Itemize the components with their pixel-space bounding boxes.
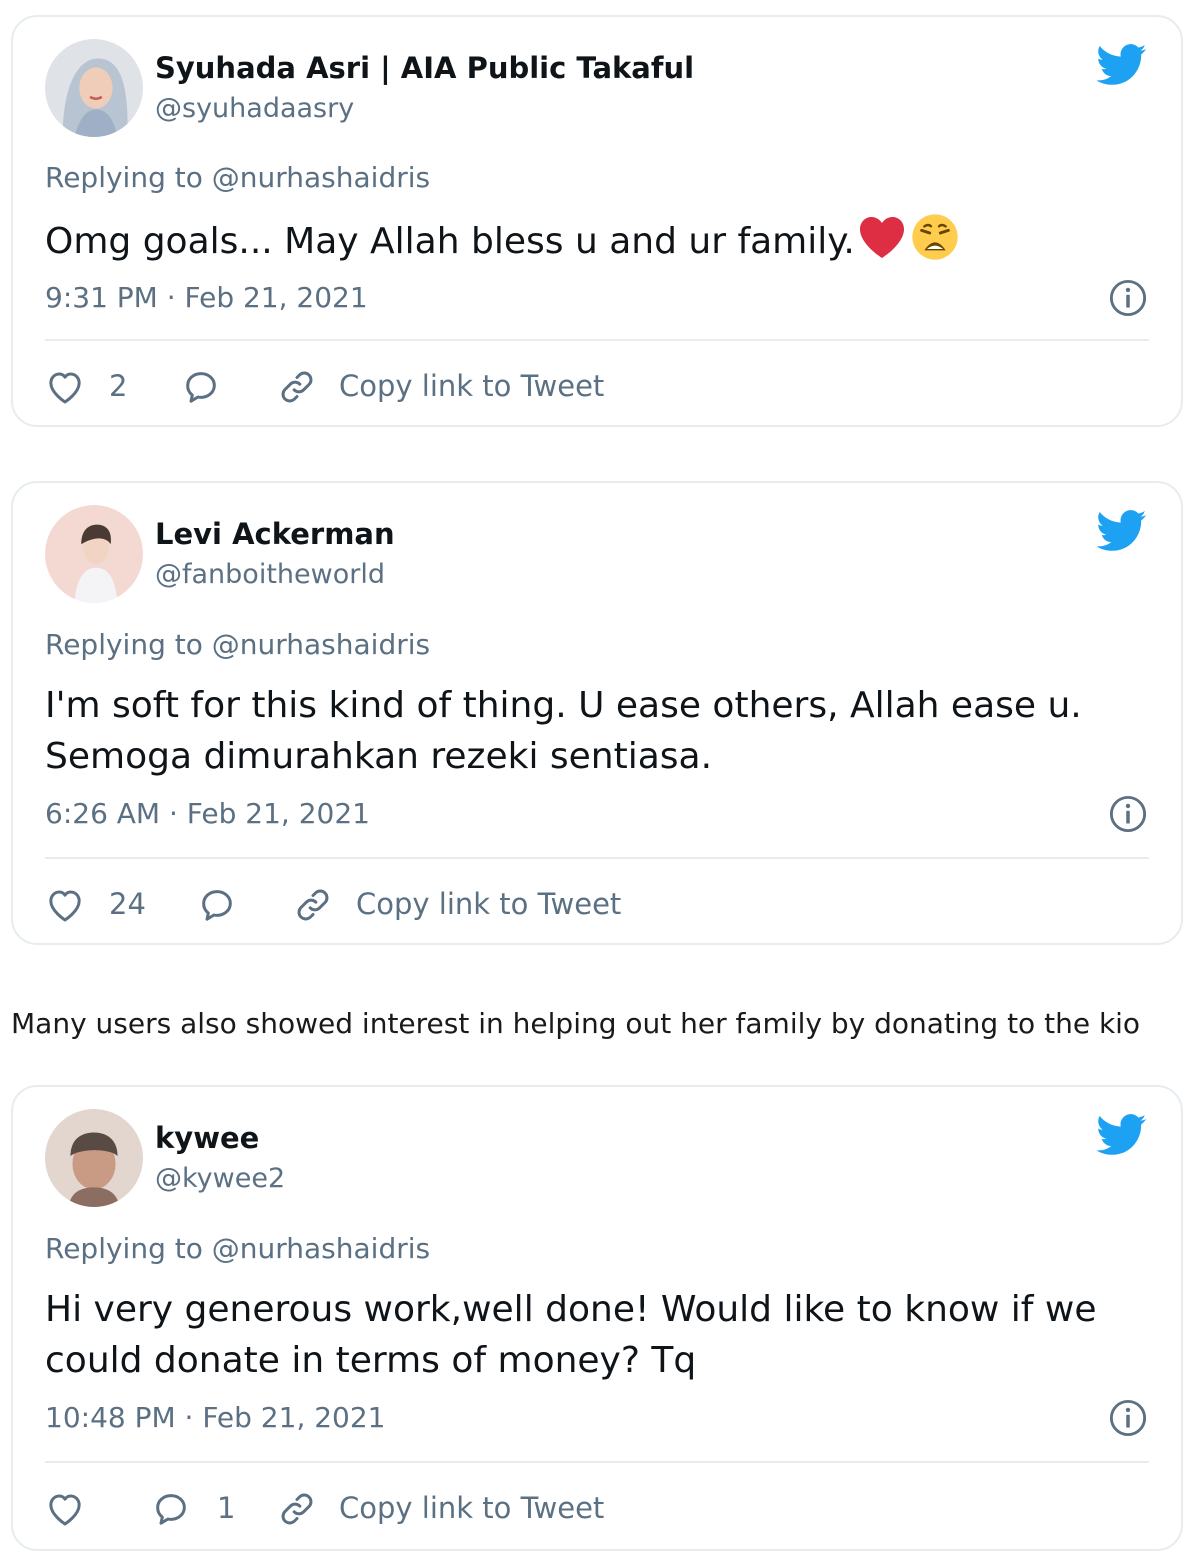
twitter-bird-icon[interactable] [1097,509,1147,553]
copy-link-button[interactable]: Copy link to Tweet [356,887,621,921]
article-caption: Many users also showed interest in helpi… [11,1007,1141,1040]
tweet-card[interactable]: Syuhada Asri | AIA Public Takaful @syuha… [11,15,1183,427]
user-handle[interactable]: @syuhadaasry [155,93,354,124]
tweet-text: Hi very generous work,well done! Would l… [45,1284,1121,1386]
reply-count: 1 [217,1491,236,1525]
heart-outline-icon[interactable] [45,367,85,407]
user-handle[interactable]: @kywee2 [155,1163,285,1194]
reply-bubble-icon[interactable] [151,1489,191,1529]
action-bar: 1 Copy link to Tweet [45,1489,1149,1533]
heart-outline-icon[interactable] [45,885,85,925]
like-count: 24 [109,887,146,921]
heart-outline-icon[interactable] [45,1489,85,1529]
link-icon[interactable] [293,885,333,925]
timestamp[interactable]: 9:31 PM · Feb 21, 2021 [45,281,368,314]
action-bar: 24 Copy link to Tweet [45,885,1149,929]
link-icon[interactable] [277,367,317,407]
reply-bubble-icon[interactable] [197,885,237,925]
tweet-text-line: could donate in terms of money? Tq [45,1340,697,1381]
reply-bubble-icon[interactable] [181,367,221,407]
divider [45,857,1149,859]
divider [45,1461,1149,1463]
divider [45,339,1149,341]
red-heart-emoji-icon [859,217,904,258]
display-name[interactable]: kywee [155,1121,259,1155]
like-count: 2 [109,369,128,403]
copy-link-button[interactable]: Copy link to Tweet [339,1491,604,1525]
avatar[interactable] [45,39,143,137]
replying-to[interactable]: Replying to @nurhashaidris [45,161,430,194]
info-icon[interactable] [1109,795,1147,833]
info-icon[interactable] [1109,279,1147,317]
action-bar: 2 Copy link to Tweet [45,367,1149,411]
weary-face-emoji-icon [912,214,958,260]
link-icon[interactable] [277,1489,317,1529]
avatar-photo [45,505,143,603]
avatar[interactable] [45,1109,143,1207]
display-name[interactable]: Levi Ackerman [155,517,395,551]
tweet-card[interactable]: Levi Ackerman @fanboitheworld Replying t… [11,481,1183,945]
copy-link-button[interactable]: Copy link to Tweet [339,369,604,403]
twitter-bird-icon[interactable] [1097,43,1147,87]
tweet-text-line: I'm soft for this kind of thing. U ease … [45,685,1082,726]
tweet-text-line: Hi very generous work,well done! Would l… [45,1289,1097,1330]
replying-to[interactable]: Replying to @nurhashaidris [45,628,430,661]
replying-to[interactable]: Replying to @nurhashaidris [45,1232,430,1265]
twitter-bird-icon[interactable] [1097,1113,1147,1157]
tweet-text: I'm soft for this kind of thing. U ease … [45,680,1121,782]
info-icon[interactable] [1109,1399,1147,1437]
avatar-photo [45,1109,143,1207]
user-handle[interactable]: @fanboitheworld [155,559,385,590]
page: Syuhada Asri | AIA Public Takaful @syuha… [0,0,1200,1564]
timestamp[interactable]: 10:48 PM · Feb 21, 2021 [45,1401,386,1434]
timestamp[interactable]: 6:26 AM · Feb 21, 2021 [45,797,370,830]
tweet-text-line: Omg goals... May Allah bless u and ur fa… [45,221,855,262]
tweet-card[interactable]: kywee @kywee2 Replying to @nurhashaidris… [11,1085,1183,1551]
tweet-text-line: Semoga dimurahkan rezeki sentiasa. [45,736,713,777]
tweet-text: Omg goals... May Allah bless u and ur fa… [45,213,1121,267]
display-name[interactable]: Syuhada Asri | AIA Public Takaful [155,51,694,85]
avatar[interactable] [45,505,143,603]
avatar-photo [45,39,143,137]
